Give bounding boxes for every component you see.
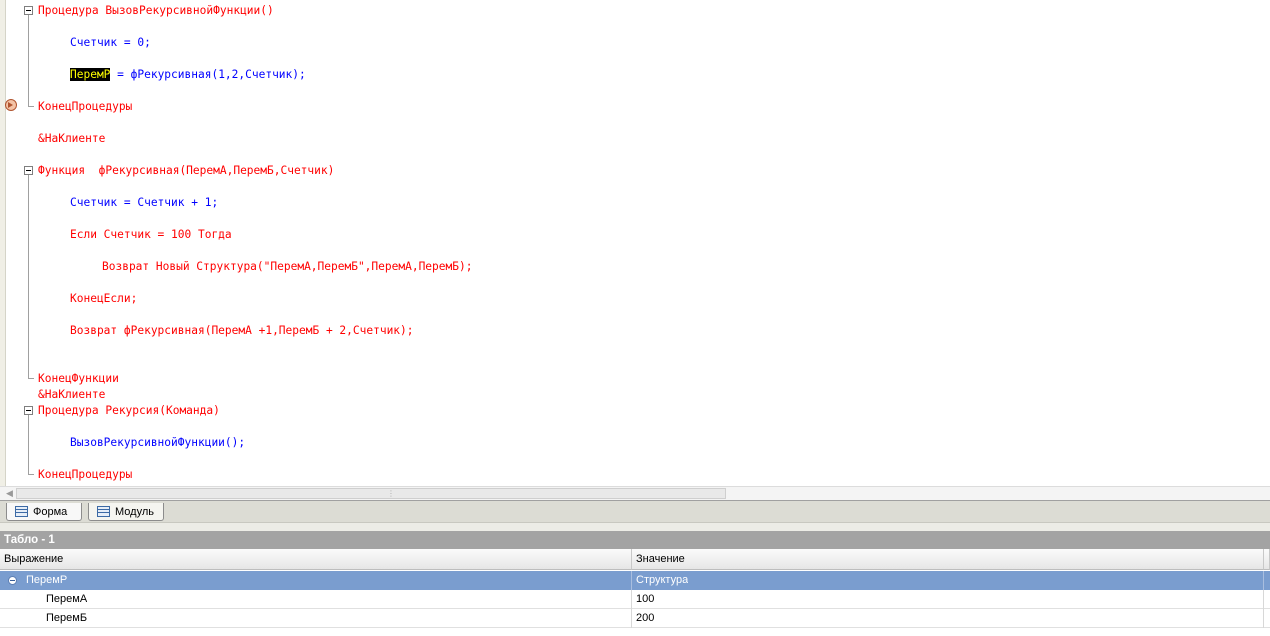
row-expression: ПеремР bbox=[26, 574, 68, 586]
table-row[interactable]: ПеремБ 200 bbox=[0, 609, 1270, 628]
breakpoint-icon[interactable] bbox=[5, 99, 17, 111]
code-line[interactable]: КонецЕсли; bbox=[70, 291, 137, 307]
column-divider bbox=[1263, 609, 1264, 628]
editor-margin bbox=[0, 0, 6, 486]
table-row[interactable]: ПеремА 100 bbox=[0, 590, 1270, 609]
column-header-type[interactable] bbox=[1264, 549, 1270, 570]
fold-end bbox=[28, 474, 34, 475]
fold-line bbox=[28, 15, 29, 106]
editor-tabs: Форма Модуль bbox=[0, 500, 1270, 523]
code-line[interactable]: КонецПроцедуры bbox=[38, 99, 132, 115]
row-expression: ПеремА bbox=[46, 593, 88, 605]
code-line[interactable]: Процедура Рекурсия(Команда) bbox=[38, 403, 220, 419]
column-divider bbox=[631, 590, 632, 609]
scroll-left-icon[interactable]: ◀ bbox=[6, 489, 13, 499]
selected-variable[interactable]: ПеремР bbox=[70, 68, 111, 81]
fold-end bbox=[28, 106, 34, 107]
scrollbar-thumb[interactable]: ⋮ bbox=[16, 488, 726, 499]
row-value: 100 bbox=[636, 593, 655, 605]
code-line[interactable]: КонецПроцедуры bbox=[38, 467, 132, 483]
fold-toggle-icon[interactable] bbox=[24, 406, 33, 415]
grip-icon: ⋮ bbox=[387, 489, 395, 498]
row-expression: ПеремБ bbox=[46, 612, 88, 624]
column-divider bbox=[631, 609, 632, 628]
table-row[interactable]: ПеремР Структура bbox=[0, 571, 1270, 590]
code-line[interactable]: Процедура ВызовРекурсивнойФункции() bbox=[38, 3, 274, 19]
row-value: Структура bbox=[636, 574, 689, 586]
code-line[interactable]: ВызовРекурсивнойФункции(); bbox=[70, 435, 245, 451]
collapse-icon[interactable] bbox=[8, 576, 17, 585]
tab-form[interactable]: Форма bbox=[6, 503, 82, 521]
form-icon bbox=[15, 506, 28, 517]
code-line[interactable]: &НаКлиенте bbox=[38, 387, 105, 403]
horizontal-scrollbar[interactable]: ◀ ⋮ bbox=[0, 486, 1270, 501]
fold-line bbox=[28, 415, 29, 474]
column-divider bbox=[1263, 590, 1264, 609]
code-line[interactable]: Если Счетчик = 100 Тогда bbox=[70, 227, 232, 243]
tab-module[interactable]: Модуль bbox=[88, 503, 164, 521]
fold-end bbox=[28, 378, 34, 379]
fold-toggle-icon[interactable] bbox=[24, 6, 33, 15]
code-line[interactable]: ПеремР = фРекурсивная(1,2,Счетчик); bbox=[70, 67, 306, 83]
code-editor[interactable]: Процедура ВызовРекурсивнойФункции() Счет… bbox=[0, 0, 1270, 486]
code-line[interactable]: Счетчик = 0; bbox=[70, 35, 151, 51]
code-line[interactable]: &НаКлиенте bbox=[38, 131, 105, 147]
module-icon bbox=[97, 506, 110, 517]
code-line[interactable]: Функция фРекурсивная(ПеремА,ПеремБ,Счетч… bbox=[38, 163, 334, 179]
column-divider bbox=[631, 571, 632, 590]
watch-panel-title: Табло - 1 bbox=[0, 531, 1270, 549]
column-divider bbox=[1263, 571, 1264, 590]
code-line[interactable]: Счетчик = Счетчик + 1; bbox=[70, 195, 218, 211]
tab-label: Форма bbox=[33, 506, 68, 518]
tab-label: Модуль bbox=[115, 506, 154, 518]
fold-toggle-icon[interactable] bbox=[24, 166, 33, 175]
code-line[interactable]: Возврат Новый Структура("ПеремА,ПеремБ",… bbox=[102, 259, 472, 275]
row-value: 200 bbox=[636, 612, 655, 624]
fold-line bbox=[28, 175, 29, 378]
column-header-value[interactable]: Значение bbox=[632, 549, 1264, 570]
code-line[interactable]: Возврат фРекурсивная(ПеремА +1,ПеремБ + … bbox=[70, 323, 414, 339]
code-line[interactable]: КонецФункции bbox=[38, 371, 119, 387]
column-header-expression[interactable]: Выражение bbox=[0, 549, 632, 570]
